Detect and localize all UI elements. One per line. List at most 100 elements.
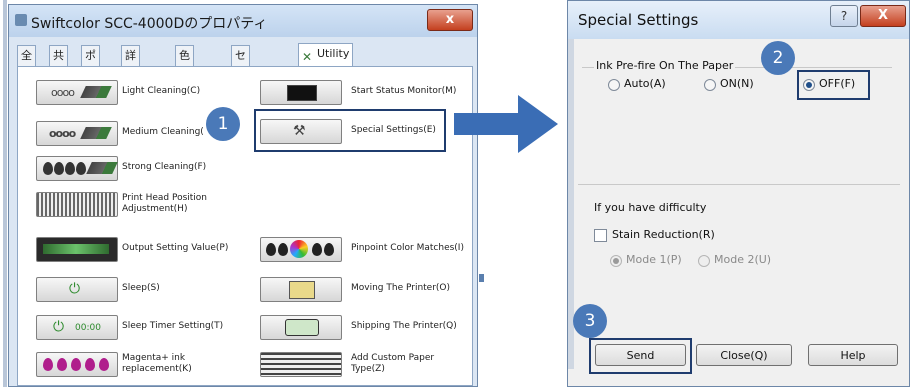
radio-auto-label: Auto(A) bbox=[624, 77, 666, 90]
radio-on[interactable] bbox=[704, 79, 716, 91]
strong-cleaning-button[interactable] bbox=[36, 156, 118, 181]
dialog-title: Special Settings bbox=[578, 11, 699, 29]
moving-label: Moving The Printer(O) bbox=[351, 283, 451, 293]
power-icon: ⏻ bbox=[53, 319, 65, 335]
radio-auto[interactable] bbox=[608, 79, 620, 91]
radio-on-label: ON(N) bbox=[720, 77, 754, 90]
tab-sharing[interactable]: 共有 bbox=[49, 45, 68, 82]
shipping-printer-button[interactable] bbox=[260, 315, 342, 340]
difficulty-label: If you have difficulty bbox=[594, 201, 707, 214]
print-head-label-2: Adjustment(H) bbox=[122, 204, 188, 214]
timer-text: 00:00 bbox=[75, 323, 101, 333]
brush-icon bbox=[86, 162, 118, 174]
arrow-right-icon bbox=[454, 95, 558, 153]
magenta-label-2: replacement(K) bbox=[122, 364, 192, 374]
dialog-close-footer-button[interactable]: Close(Q) bbox=[696, 344, 792, 366]
magenta-drop-icon bbox=[85, 358, 95, 371]
wrench-icon: ✕ bbox=[302, 50, 313, 64]
brush-icon bbox=[80, 86, 112, 98]
ink-drop-icon bbox=[76, 162, 86, 175]
print-head-position-button[interactable] bbox=[36, 192, 118, 217]
tab-security[interactable]: セキュリティ bbox=[231, 45, 250, 162]
monitor-bar-icon bbox=[43, 244, 109, 254]
help-title-button[interactable]: ? bbox=[830, 5, 858, 27]
radio-off[interactable] bbox=[803, 79, 815, 91]
ink-drop-icon bbox=[324, 243, 334, 256]
custom-paper-label-1: Add Custom Paper bbox=[351, 353, 435, 363]
output-setting-button[interactable] bbox=[36, 237, 118, 262]
custom-paper-label-2: Type(Z) bbox=[351, 364, 385, 374]
tab-color-management[interactable]: 色の管理 bbox=[175, 45, 194, 122]
utility-panel: oooo Light Cleaning(C) oooo Medium Clean… bbox=[17, 66, 473, 386]
ink-drop-icon bbox=[312, 243, 322, 256]
power-icon: ⏻ bbox=[69, 281, 81, 297]
magenta-drop-icon bbox=[57, 358, 67, 371]
radio-mode2[interactable] bbox=[698, 255, 710, 267]
monitor-icon bbox=[287, 85, 317, 101]
tab-general[interactable]: 全般 bbox=[17, 45, 36, 82]
strong-cleaning-label: Strong Cleaning(F) bbox=[122, 162, 207, 172]
close-button[interactable]: x bbox=[427, 9, 473, 31]
moving-icon bbox=[289, 281, 315, 299]
help-button[interactable]: Help bbox=[808, 344, 898, 366]
magenta-ink-button[interactable] bbox=[36, 352, 118, 377]
callout-2: 2 bbox=[761, 41, 795, 75]
special-settings-button[interactable]: ⚒ bbox=[260, 119, 342, 144]
left-edge bbox=[3, 0, 7, 387]
special-settings-dialog: Special Settings ? X Ink Pre-fire On The… bbox=[567, 0, 910, 387]
print-head-label-1: Print Head Position bbox=[122, 193, 207, 203]
ink-drop-icon bbox=[54, 162, 64, 175]
magenta-drop-icon bbox=[99, 358, 109, 371]
magenta-drop-icon bbox=[43, 358, 53, 371]
radio-off-label: OFF(F) bbox=[819, 77, 856, 90]
ink-drop-icon bbox=[266, 243, 276, 256]
stain-reduction-label: Stain Reduction(R) bbox=[612, 228, 715, 241]
dialog-title-bar: Special Settings ? X bbox=[568, 1, 909, 39]
magenta-drop-icon bbox=[71, 358, 81, 371]
custom-paper-button[interactable] bbox=[260, 352, 342, 377]
sleep-button[interactable]: ⏻ bbox=[36, 277, 118, 302]
mode1-label: Mode 1(P) bbox=[626, 253, 682, 266]
send-button[interactable]: Send bbox=[595, 344, 686, 366]
tab-advanced[interactable]: 詳細設定 bbox=[121, 45, 140, 122]
light-cleaning-dots: oooo bbox=[51, 86, 75, 99]
medium-cleaning-button[interactable]: oooo bbox=[36, 121, 118, 146]
callout-1: 1 bbox=[206, 107, 240, 141]
light-cleaning-button[interactable]: oooo bbox=[36, 80, 118, 105]
callout-3: 3 bbox=[573, 304, 607, 338]
tab-ports[interactable]: ポート bbox=[81, 45, 100, 102]
light-cleaning-label: Light Cleaning(C) bbox=[122, 86, 201, 96]
magenta-label-1: Magenta+ ink bbox=[122, 353, 186, 363]
radio-mode1[interactable] bbox=[610, 255, 622, 267]
separator bbox=[578, 184, 900, 185]
sleep-label: Sleep(S) bbox=[122, 283, 160, 293]
shipping-label: Shipping The Printer(Q) bbox=[351, 321, 457, 331]
medium-cleaning-dots: oooo bbox=[49, 127, 76, 140]
pinpoint-color-button[interactable] bbox=[260, 237, 342, 262]
start-status-label: Start Status Monitor(M) bbox=[351, 86, 457, 96]
special-settings-label: Special Settings(E) bbox=[351, 125, 436, 135]
title-bar: Swiftcolor SCC-4000Dのプロパティ x bbox=[9, 5, 477, 37]
truck-icon bbox=[285, 319, 319, 336]
ink-drop-icon bbox=[43, 162, 53, 175]
output-setting-label: Output Setting Value(P) bbox=[122, 243, 229, 253]
brush-icon bbox=[80, 127, 112, 139]
moving-printer-button[interactable] bbox=[260, 277, 342, 302]
color-wheel-icon bbox=[290, 240, 308, 258]
tools-icon: ⚒ bbox=[293, 123, 306, 139]
ink-drop-icon bbox=[278, 243, 288, 256]
dialog-close-button[interactable]: X bbox=[860, 5, 906, 27]
tab-utility[interactable]: ✕ Utility bbox=[298, 43, 354, 66]
printer-icon bbox=[15, 14, 27, 26]
pinpoint-label: Pinpoint Color Matches(I) bbox=[351, 243, 464, 253]
stain-reduction-checkbox[interactable] bbox=[594, 229, 607, 242]
mode2-label: Mode 2(U) bbox=[714, 253, 772, 266]
printer-properties-window: Swiftcolor SCC-4000Dのプロパティ x 全般 共有 ポート 詳… bbox=[8, 4, 478, 387]
sleep-timer-label: Sleep Timer Setting(T) bbox=[122, 321, 224, 331]
sleep-timer-button[interactable]: ⏻ 00:00 bbox=[36, 315, 118, 340]
window-title: Swiftcolor SCC-4000Dのプロパティ bbox=[31, 16, 268, 32]
resize-handle[interactable] bbox=[479, 274, 484, 282]
tab-utility-label: Utility bbox=[317, 47, 350, 60]
start-status-monitor-button[interactable] bbox=[260, 80, 342, 105]
ink-drop-icon bbox=[65, 162, 75, 175]
